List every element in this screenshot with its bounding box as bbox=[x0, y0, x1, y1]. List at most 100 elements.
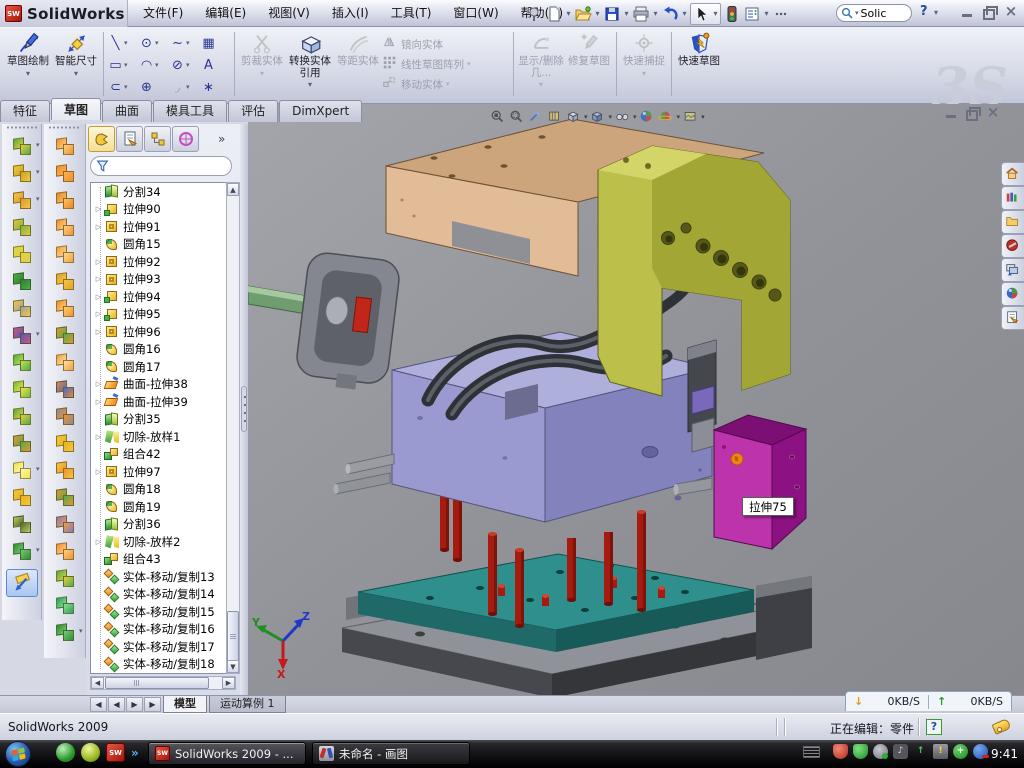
close-button[interactable]: × bbox=[1004, 6, 1018, 18]
surface-delete-hole-icon[interactable] bbox=[53, 431, 77, 455]
scene-icon[interactable] bbox=[657, 108, 676, 126]
sketch-text-cell[interactable]: A bbox=[200, 54, 231, 76]
taskbar-button-SolidWorks 2009 - ...[interactable]: SWSolidWorks 2009 - ... bbox=[148, 742, 306, 765]
dimxpertmanager-tab[interactable] bbox=[172, 126, 199, 152]
configurationmanager-tab[interactable] bbox=[144, 126, 171, 152]
tab-模具工具[interactable]: 模具工具 bbox=[153, 100, 227, 122]
split-icon[interactable] bbox=[10, 350, 34, 374]
dropdown-icon[interactable]: ▾ bbox=[593, 9, 602, 18]
restore-button[interactable] bbox=[982, 6, 996, 18]
cmd-sketch-pencil-button[interactable]: 草图绘制▾ bbox=[4, 30, 52, 78]
tab-DimXpert[interactable]: DimXpert bbox=[279, 100, 362, 122]
fillet-icon[interactable]: ▾ bbox=[10, 188, 34, 212]
axis-icon[interactable] bbox=[10, 512, 34, 536]
dropdown-icon[interactable]: ▾ bbox=[308, 80, 312, 89]
options-checklist-icon[interactable] bbox=[742, 4, 762, 24]
section-view-icon[interactable] bbox=[545, 108, 564, 126]
rectangle-icon[interactable]: ▭ bbox=[107, 58, 124, 73]
dropdown-icon[interactable]: ▾ bbox=[677, 113, 681, 121]
tree-item-分割35[interactable]: 分割35 bbox=[91, 411, 235, 429]
sketch-fillet-icon[interactable]: ◞ bbox=[169, 80, 186, 95]
sketch-text-icon[interactable]: A bbox=[200, 58, 217, 73]
menu-item-4[interactable]: 工具(T) bbox=[380, 0, 443, 27]
chamfer-icon[interactable] bbox=[10, 269, 34, 293]
surface-ruled-icon[interactable] bbox=[53, 458, 77, 482]
point-icon[interactable]: ∗ bbox=[200, 80, 217, 95]
dropdown-icon[interactable]: ▾ bbox=[186, 61, 190, 69]
quick-tips-button[interactable]: ? bbox=[926, 719, 942, 735]
help-dropdown-icon[interactable]: ▾ bbox=[934, 8, 938, 17]
dropdown-icon[interactable]: ▾ bbox=[186, 83, 190, 91]
dropdown-icon[interactable]: ▾ bbox=[74, 69, 78, 78]
expand-arrow-icon[interactable]: ▷ bbox=[93, 328, 104, 336]
doc-tab-运动算例 1[interactable]: 运动算例 1 bbox=[209, 696, 286, 713]
surface-fill-icon[interactable] bbox=[53, 539, 77, 563]
arc-icon[interactable]: ◠ bbox=[138, 58, 155, 73]
surface-extend-icon[interactable] bbox=[53, 377, 77, 401]
quick-launch-chevron-icon[interactable]: » bbox=[131, 746, 139, 760]
slot-icon[interactable]: ⊂ bbox=[107, 80, 124, 95]
doc-tab-模型[interactable]: 模型 bbox=[163, 696, 207, 713]
magnify-icon[interactable] bbox=[526, 108, 545, 126]
scroll-down-icon[interactable]: ▼ bbox=[227, 660, 239, 673]
surface-extrude-icon[interactable] bbox=[53, 134, 77, 158]
appearances-tab[interactable] bbox=[1001, 282, 1024, 306]
design-library-tab[interactable] bbox=[1001, 186, 1024, 210]
surface-offset-icon[interactable] bbox=[53, 269, 77, 293]
expand-arrow-icon[interactable]: ▷ bbox=[93, 293, 104, 301]
view-orientation-icon[interactable] bbox=[564, 108, 583, 126]
expand-arrow-icon[interactable]: ▷ bbox=[93, 310, 104, 318]
zoom-fit-icon[interactable] bbox=[488, 108, 507, 126]
dropdown-icon[interactable]: ▾ bbox=[651, 9, 660, 18]
reference-geometry-icon[interactable]: ▾ bbox=[10, 458, 34, 482]
solidworks-launcher-icon[interactable]: SW bbox=[106, 743, 125, 762]
panel-splitter[interactable] bbox=[240, 124, 248, 695]
dropdown-icon[interactable]: ▾ bbox=[584, 113, 588, 121]
tree-item-切除-放样2[interactable]: ▷切除-放样2 bbox=[91, 533, 235, 551]
extrude-boss-icon[interactable]: ▾ bbox=[10, 134, 34, 158]
toolbar-drag-handle[interactable] bbox=[48, 126, 81, 129]
last-icon[interactable]: ▶ bbox=[144, 697, 161, 712]
tree-item-圆角16[interactable]: 圆角16 bbox=[91, 341, 235, 359]
dropdown-icon[interactable]: ▾ bbox=[155, 39, 159, 47]
arc-cell[interactable]: ◠▾ bbox=[138, 54, 169, 76]
open-icon[interactable] bbox=[573, 4, 593, 24]
game-sphere-icon[interactable] bbox=[81, 743, 100, 762]
tree-item-分割34[interactable]: 分割34 bbox=[91, 183, 235, 201]
rectangle-cell[interactable]: ▭▾ bbox=[107, 54, 138, 76]
select-cursor-icon[interactable] bbox=[691, 4, 711, 24]
tree-item-拉伸94[interactable]: ▷拉伸94 bbox=[91, 288, 235, 306]
spline-icon[interactable]: ~ bbox=[169, 36, 186, 51]
tab-曲面[interactable]: 曲面 bbox=[102, 100, 152, 122]
expand-arrow-icon[interactable]: ▷ bbox=[93, 380, 104, 388]
tree-item-切除-放样1[interactable]: ▷切除-放样1 bbox=[91, 428, 235, 446]
zoom-area-icon[interactable] bbox=[507, 108, 526, 126]
dropdown-icon[interactable]: ▾ bbox=[124, 83, 128, 91]
appearance-icon[interactable] bbox=[638, 108, 657, 126]
extrude-cut-icon[interactable]: ▾ bbox=[10, 161, 34, 185]
ellipse-cell[interactable]: ⊘▾ bbox=[169, 54, 200, 76]
dropdown-icon[interactable]: ▾ bbox=[633, 113, 637, 121]
hide-show-icon[interactable] bbox=[613, 108, 632, 126]
tree-item-组合42[interactable]: 组合42 bbox=[91, 446, 235, 464]
spline-cell[interactable]: ~▾ bbox=[169, 32, 200, 54]
doc-close-button[interactable]: × bbox=[986, 107, 1000, 119]
panel-overflow-button[interactable]: » bbox=[218, 126, 225, 152]
scroll-right-icon[interactable]: ▶ bbox=[222, 677, 235, 689]
tree-item-实体-移动/复制13[interactable]: 实体-移动/复制13 bbox=[91, 568, 235, 586]
tree-vertical-scrollbar[interactable]: ▲ ▼ bbox=[226, 182, 240, 674]
surface-mid-icon[interactable] bbox=[53, 566, 77, 590]
guard-shield-icon[interactable] bbox=[853, 744, 868, 759]
expand-arrow-icon[interactable]: ▷ bbox=[93, 275, 104, 283]
tree-item-组合43[interactable]: 组合43 bbox=[91, 551, 235, 569]
tree-item-曲面-拉伸39[interactable]: ▷曲面-拉伸39 bbox=[91, 393, 235, 411]
tree-filter-input[interactable] bbox=[90, 156, 232, 176]
tree-item-实体-移动/复制14[interactable]: 实体-移动/复制14 bbox=[91, 586, 235, 604]
help-button[interactable]: ? bbox=[920, 4, 928, 19]
view-settings-icon[interactable] bbox=[681, 108, 700, 126]
custom-properties-tab[interactable] bbox=[1001, 306, 1024, 330]
undo-icon[interactable] bbox=[660, 4, 680, 24]
polygon-icon[interactable]: ⊕ bbox=[138, 80, 155, 95]
dropdown-icon[interactable]: ▾ bbox=[622, 9, 631, 18]
expand-arrow-icon[interactable]: ▷ bbox=[93, 258, 104, 266]
